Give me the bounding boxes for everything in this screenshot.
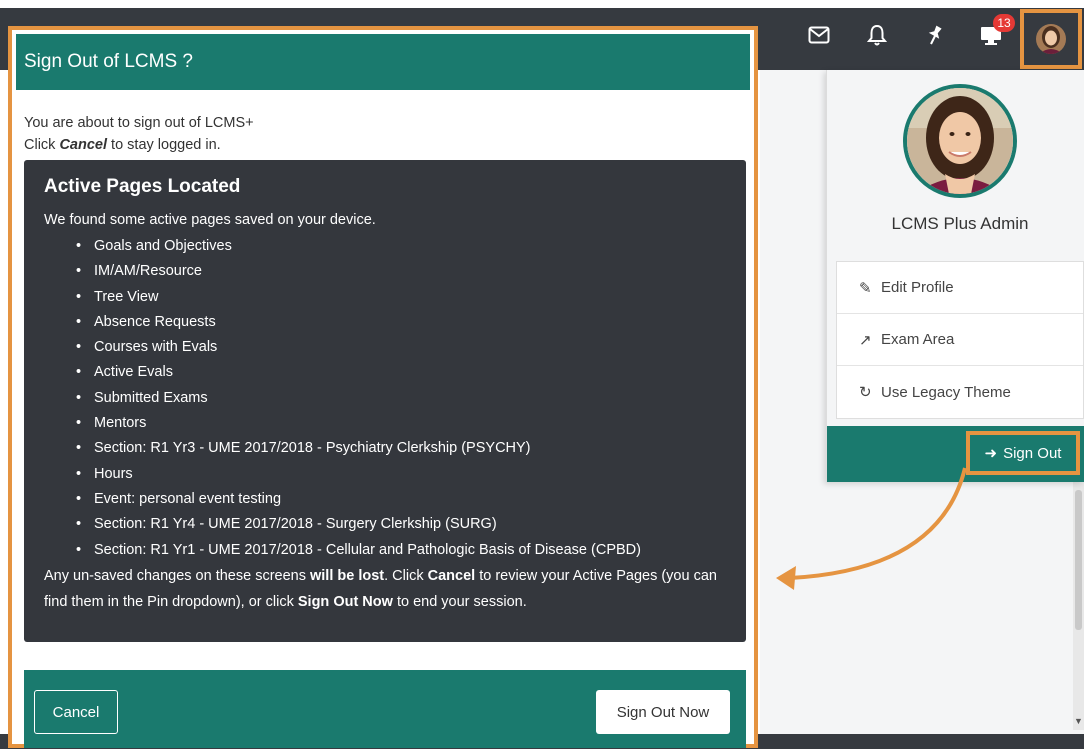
active-page-item: Active Evals xyxy=(76,360,726,386)
scrollbar-thumb[interactable] xyxy=(1075,490,1082,630)
modal-intro: You are about to sign out of LCMS+ Click… xyxy=(24,112,254,156)
notification-badge: 13 xyxy=(993,14,1015,32)
refresh-icon: ↻ xyxy=(859,384,872,401)
active-pages-list: Goals and ObjectivesIM/AM/ResourceTree V… xyxy=(76,234,726,563)
active-page-item: Event: personal event testing xyxy=(76,487,726,513)
active-page-item: Tree View xyxy=(76,285,726,311)
active-page-item: Goals and Objectives xyxy=(76,234,726,260)
intro-line-2: Click Cancel to stay logged in. xyxy=(24,137,221,153)
modal-title: Sign Out of LCMS ? xyxy=(16,34,750,90)
profile-avatar xyxy=(903,84,1017,198)
panel-warning: Any un-saved changes on these screens wi… xyxy=(44,567,717,610)
avatar xyxy=(1036,24,1066,54)
bell-icon[interactable] xyxy=(864,22,890,48)
edit-icon: ✎ xyxy=(859,279,872,297)
active-page-item: Section: R1 Yr1 - UME 2017/2018 - Cellul… xyxy=(76,538,726,564)
menu-item-label: Edit Profile xyxy=(881,279,954,296)
intro-line-1: You are about to sign out of LCMS+ xyxy=(24,115,254,131)
sign-out-modal: Sign Out of LCMS ? You are about to sign… xyxy=(8,26,758,748)
menu-item-label: Exam Area xyxy=(881,331,955,348)
panel-lead: We found some active pages saved on your… xyxy=(44,212,376,228)
panel-heading: Active Pages Located xyxy=(44,176,241,197)
sign-out-label: Sign Out xyxy=(1003,444,1062,462)
envelope-icon[interactable] xyxy=(806,22,832,48)
pin-icon[interactable] xyxy=(922,22,948,48)
active-page-item: Section: R1 Yr3 - UME 2017/2018 - Psychi… xyxy=(76,436,726,462)
cancel-button[interactable]: Cancel xyxy=(34,690,118,734)
sign-out-icon: ➜ xyxy=(984,445,998,462)
external-link-icon: ↗ xyxy=(859,331,872,349)
scroll-down-icon[interactable]: ▼ xyxy=(1074,716,1083,726)
annotation-arrow xyxy=(776,467,967,590)
user-avatar-button[interactable] xyxy=(1020,9,1082,69)
sign-out-button[interactable]: ➜ Sign Out xyxy=(966,431,1080,475)
active-page-item: Courses with Evals xyxy=(76,335,726,361)
active-page-item: Absence Requests xyxy=(76,310,726,336)
menu-item-exam-area[interactable]: ↗ Exam Area xyxy=(837,314,1083,366)
menu-item-legacy-theme[interactable]: ↻ Use Legacy Theme xyxy=(837,366,1083,418)
active-page-item: Mentors xyxy=(76,411,726,437)
menu-item-edit-profile[interactable]: ✎ Edit Profile xyxy=(837,262,1083,314)
active-pages-panel: Active Pages Located We found some activ… xyxy=(24,160,746,642)
active-page-item: IM/AM/Resource xyxy=(76,259,726,285)
menu-item-label: Use Legacy Theme xyxy=(881,383,1011,401)
profile-menu: ✎ Edit Profile ↗ Exam Area ↻ Use Legacy … xyxy=(836,261,1084,419)
sign-out-now-button[interactable]: Sign Out Now xyxy=(596,690,730,734)
active-page-item: Section: R1 Yr4 - UME 2017/2018 - Surger… xyxy=(76,512,726,538)
active-page-item: Submitted Exams xyxy=(76,386,726,412)
profile-dropdown: LCMS Plus Admin ✎ Edit Profile ↗ Exam Ar… xyxy=(826,70,1084,482)
profile-name: LCMS Plus Admin xyxy=(891,214,1029,233)
active-page-item: Hours xyxy=(76,462,726,488)
